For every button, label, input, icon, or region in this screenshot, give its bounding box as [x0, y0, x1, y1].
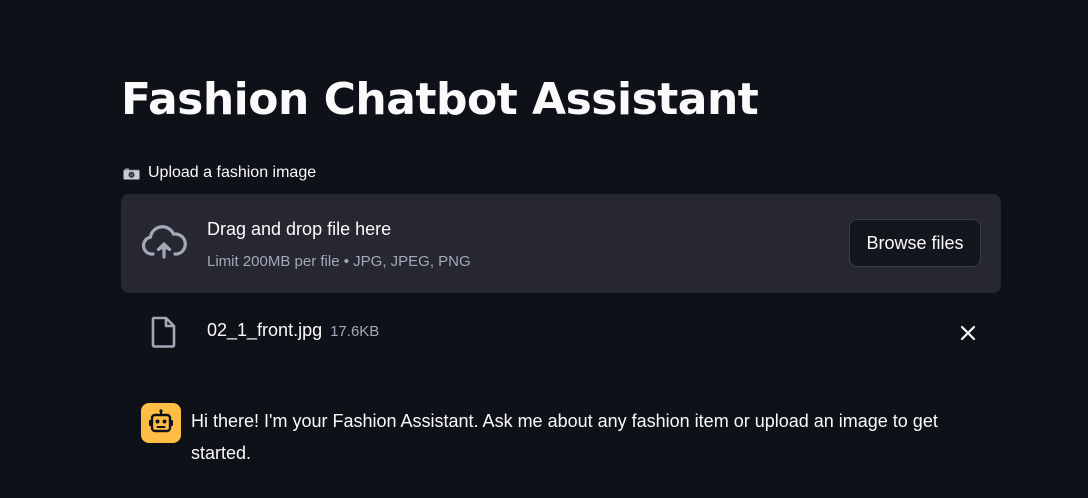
camera-icon [123, 168, 140, 180]
dropzone-limit-text: Limit 200MB per file • JPG, JPEG, PNG [207, 253, 471, 270]
file-icon [151, 316, 176, 348]
robot-icon [149, 409, 173, 433]
assistant-message-text: Hi there! I'm your Fashion Assistant. As… [191, 411, 938, 463]
uploaded-file-row: 02_1_front.jpg 17.6KB [121, 310, 1001, 354]
cloud-upload-icon [141, 225, 187, 259]
assistant-avatar [141, 403, 181, 443]
remove-file-close-icon[interactable] [957, 322, 979, 344]
file-dropzone[interactable]: Drag and drop file here Limit 200MB per … [121, 194, 1001, 293]
uploaded-file-name-container: 02_1_front.jpg 17.6KB [207, 320, 379, 341]
page-title: Fashion Chatbot Assistant [121, 74, 759, 125]
uploader-label-text: Upload a fashion image [148, 164, 317, 181]
uploaded-file-size: 17.6KB [330, 323, 380, 340]
uploaded-file-name: 02_1_front.jpg [207, 320, 323, 340]
browse-files-button[interactable]: Browse files [849, 219, 981, 267]
uploader-label: Upload a fashion image [123, 164, 316, 182]
dropzone-title: Drag and drop file here [207, 219, 392, 239]
